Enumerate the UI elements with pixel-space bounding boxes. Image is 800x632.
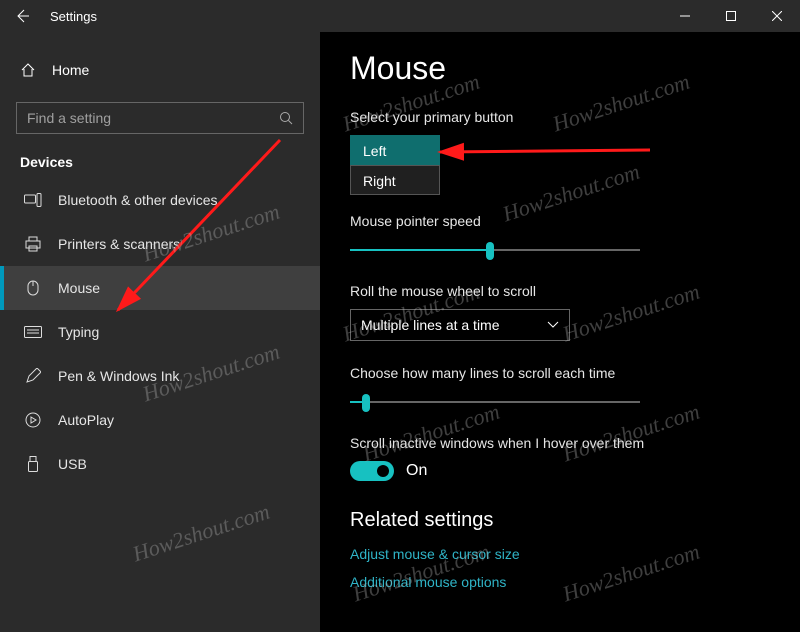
back-button[interactable]: [0, 0, 44, 32]
sidebar-item-pen[interactable]: Pen & Windows Ink: [0, 354, 320, 398]
sidebar-item-label: Printers & scanners: [58, 236, 180, 252]
wheel-scroll-value: Multiple lines at a time: [361, 317, 500, 333]
main-panel: Mouse Select your primary button Left Ri…: [320, 32, 800, 632]
printer-icon: [24, 235, 42, 253]
inactive-windows-toggle[interactable]: [350, 461, 394, 481]
close-button[interactable]: [754, 0, 800, 32]
pointer-speed-slider[interactable]: [350, 239, 640, 261]
sidebar-item-printers[interactable]: Printers & scanners: [0, 222, 320, 266]
sidebar-item-label: Typing: [58, 324, 99, 340]
maximize-button[interactable]: [708, 0, 754, 32]
dropdown-option-left[interactable]: Left: [350, 135, 440, 165]
home-icon: [20, 62, 36, 78]
sidebar-item-autoplay[interactable]: AutoPlay: [0, 398, 320, 442]
search-icon: [279, 111, 293, 125]
window-title: Settings: [44, 9, 97, 24]
sidebar-item-usb[interactable]: USB: [0, 442, 320, 486]
devices-icon: [24, 191, 42, 209]
sidebar-item-bluetooth[interactable]: Bluetooth & other devices: [0, 178, 320, 222]
chevron-down-icon: [547, 321, 559, 329]
home-label: Home: [52, 62, 89, 78]
pen-icon: [24, 367, 42, 385]
mouse-icon: [24, 279, 42, 297]
link-adjust-cursor[interactable]: Adjust mouse & cursor size: [350, 546, 770, 562]
search-input[interactable]: [27, 110, 279, 126]
search-box[interactable]: [16, 102, 304, 134]
home-nav[interactable]: Home: [0, 52, 320, 88]
primary-button-label: Select your primary button: [350, 109, 770, 125]
wheel-scroll-dropdown[interactable]: Multiple lines at a time: [350, 309, 570, 341]
usb-icon: [24, 455, 42, 473]
dropdown-option-right[interactable]: Right: [350, 165, 440, 195]
sidebar-item-typing[interactable]: Typing: [0, 310, 320, 354]
sidebar-item-label: USB: [58, 456, 87, 472]
link-additional-options[interactable]: Additional mouse options: [350, 574, 770, 590]
keyboard-icon: [24, 323, 42, 341]
sidebar-item-label: Pen & Windows Ink: [58, 368, 179, 384]
lines-scroll-slider[interactable]: [350, 391, 640, 413]
page-title: Mouse: [350, 50, 770, 87]
sidebar-item-label: AutoPlay: [58, 412, 114, 428]
toggle-state: On: [406, 462, 427, 480]
sidebar-item-label: Bluetooth & other devices: [58, 192, 218, 208]
lines-scroll-label: Choose how many lines to scroll each tim…: [350, 365, 770, 381]
sidebar-item-mouse[interactable]: Mouse: [0, 266, 320, 310]
primary-button-dropdown[interactable]: Left Right: [350, 135, 440, 195]
related-settings-heading: Related settings: [350, 509, 770, 532]
inactive-windows-label: Scroll inactive windows when I hover ove…: [350, 435, 770, 451]
autoplay-icon: [24, 411, 42, 429]
sidebar: Home Devices Bluetooth & other devices P…: [0, 32, 320, 632]
category-heading: Devices: [0, 154, 320, 178]
pointer-speed-label: Mouse pointer speed: [350, 213, 770, 229]
minimize-button[interactable]: [662, 0, 708, 32]
sidebar-item-label: Mouse: [58, 280, 100, 296]
wheel-scroll-label: Roll the mouse wheel to scroll: [350, 283, 770, 299]
